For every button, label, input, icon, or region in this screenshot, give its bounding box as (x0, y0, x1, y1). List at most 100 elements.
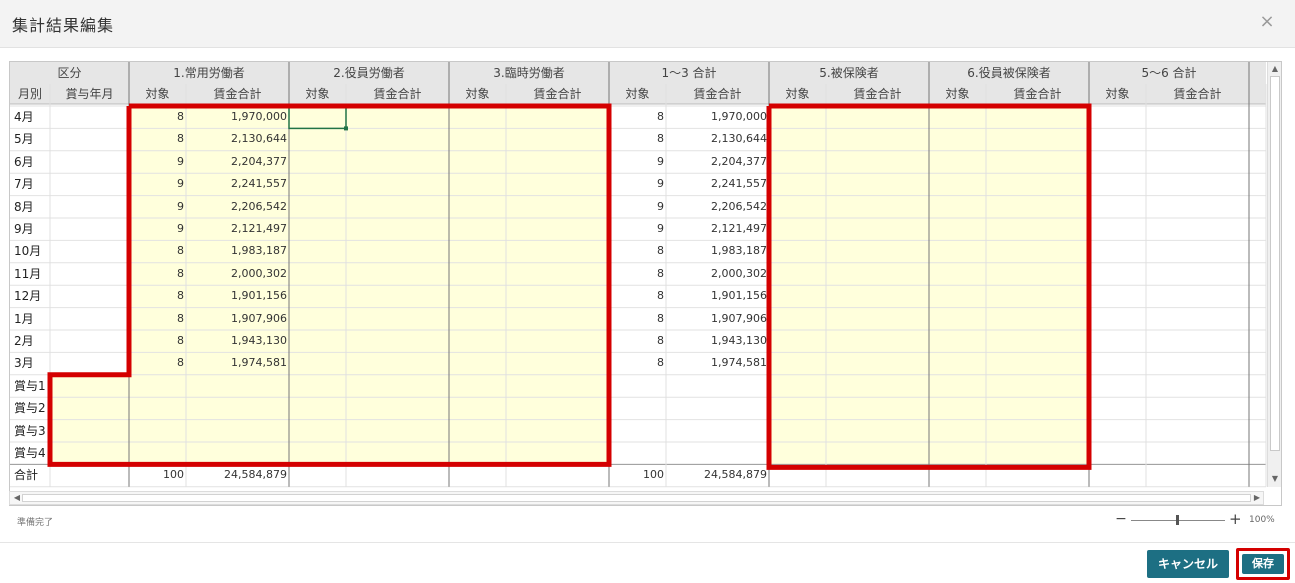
cell-total-count[interactable]: 8 (609, 106, 666, 128)
cell-total-wage[interactable]: 1,970,000 (666, 106, 769, 128)
vertical-scrollbar[interactable]: ▲ ▼ (1267, 62, 1281, 487)
cell-regular-count[interactable]: 9 (129, 196, 186, 218)
header-group-5: 5.被保険者 (819, 66, 879, 80)
cell-regular-count[interactable]: 8 (129, 240, 186, 262)
cell-regular-count[interactable]: 8 (129, 263, 186, 285)
cell-regular-count[interactable]: 9 (129, 173, 186, 195)
cell-total-count[interactable]: 8 (609, 352, 666, 374)
cell-regular-wage[interactable]: 2,000,302 (186, 263, 289, 285)
row-label[interactable]: 合計 (10, 464, 58, 486)
header-month: 月別 (17, 87, 42, 101)
row-label[interactable]: 7月 (10, 173, 58, 195)
spreadsheet-grid[interactable]: 区分 月別 賞与年月 1.常用労働者 対象 賃金合計 2.役員労働者 対象 賃金合計 3.臨時労働… (9, 61, 1282, 506)
zoom-in-icon[interactable]: + (1229, 510, 1242, 528)
cell-total-count[interactable]: 8 (609, 308, 666, 330)
cell-total-wage[interactable]: 2,241,557 (666, 173, 769, 195)
close-icon[interactable]: × (1257, 10, 1277, 34)
row-label[interactable]: 4月 (10, 106, 58, 128)
cell-regular-count[interactable]: 8 (129, 106, 186, 128)
cell-total-count[interactable]: 8 (609, 263, 666, 285)
cell-total-count[interactable]: 9 (609, 173, 666, 195)
header-wage: 賃金合計 (693, 87, 742, 101)
scroll-right-arrow-icon[interactable]: ▶ (1250, 492, 1264, 504)
cell-total-count[interactable]: 9 (609, 196, 666, 218)
zoom-out-icon[interactable]: − (1115, 511, 1127, 527)
header-count: 対象 (945, 87, 970, 101)
cell-total-count[interactable]: 9 (609, 151, 666, 173)
cell-total-count[interactable]: 8 (609, 330, 666, 352)
header-group-1: 1.常用労働者 (173, 66, 245, 80)
cell-regular-count[interactable]: 8 (129, 308, 186, 330)
zoom-slider-thumb[interactable] (1176, 515, 1179, 525)
cell-regular-wage[interactable]: 1,974,581 (186, 352, 289, 374)
cell-regular-wage[interactable]: 1,901,156 (186, 285, 289, 307)
cell-total-count[interactable]: 100 (609, 464, 666, 486)
cell-regular-count[interactable]: 8 (129, 285, 186, 307)
row-label[interactable]: 1月 (10, 308, 58, 330)
cell-total-wage[interactable]: 2,204,377 (666, 151, 769, 173)
header-group-3: 3.臨時労働者 (493, 66, 565, 80)
cell-regular-wage[interactable]: 1,983,187 (186, 240, 289, 262)
cell-regular-count[interactable]: 8 (129, 128, 186, 150)
cancel-button[interactable]: キャンセル (1147, 550, 1229, 578)
cell-regular-wage[interactable]: 1,907,906 (186, 308, 289, 330)
status-text: 準備完了 (17, 518, 54, 528)
cell-total-wage[interactable]: 2,206,542 (666, 196, 769, 218)
cell-regular-count[interactable]: 9 (129, 218, 186, 240)
row-label[interactable]: 9月 (10, 218, 58, 240)
cell-total-wage[interactable]: 2,121,497 (666, 218, 769, 240)
cell-total-count[interactable]: 8 (609, 240, 666, 262)
header-count: 対象 (145, 87, 170, 101)
cell-regular-count[interactable]: 9 (129, 151, 186, 173)
row-label[interactable]: 8月 (10, 196, 58, 218)
row-label[interactable]: 賞与1 (10, 375, 58, 397)
row-label[interactable]: 6月 (10, 151, 58, 173)
cell-total-wage[interactable]: 1,907,906 (666, 308, 769, 330)
header-group-2: 2.役員労働者 (333, 66, 405, 80)
row-label[interactable]: 3月 (10, 352, 58, 374)
cell-total-wage[interactable]: 1,983,187 (666, 240, 769, 262)
cell-total-count[interactable]: 8 (609, 128, 666, 150)
cell-total-wage[interactable]: 2,000,302 (666, 263, 769, 285)
scroll-up-arrow-icon[interactable]: ▲ (1268, 63, 1282, 75)
cell-regular-wage[interactable]: 24,584,879 (186, 464, 289, 486)
cell-total-count[interactable]: 9 (609, 218, 666, 240)
cell-regular-wage[interactable]: 2,204,377 (186, 151, 289, 173)
selected-cell-handle (344, 126, 348, 131)
dialog-title: 集計結果編集 (12, 16, 115, 35)
horizontal-scrollbar[interactable]: ◀ ▶ (9, 491, 1264, 505)
cell-regular-wage[interactable]: 1,970,000 (186, 106, 289, 128)
row-label[interactable]: 11月 (10, 263, 58, 285)
header-count: 対象 (1105, 87, 1130, 101)
cell-regular-count[interactable]: 100 (129, 464, 186, 486)
cell-regular-wage[interactable]: 2,241,557 (186, 173, 289, 195)
row-label[interactable]: 賞与4 (10, 442, 58, 464)
header-group-6: 6.役員被保険者 (967, 66, 1051, 80)
header-wage: 賃金合計 (213, 87, 262, 101)
save-button[interactable]: 保存 (1242, 554, 1284, 574)
row-label[interactable]: 2月 (10, 330, 58, 352)
vertical-scroll-thumb[interactable] (1270, 76, 1280, 451)
cell-regular-count[interactable]: 8 (129, 352, 186, 374)
cell-total-wage[interactable]: 24,584,879 (666, 464, 769, 486)
cell-regular-wage[interactable]: 2,121,497 (186, 218, 289, 240)
cell-total-wage[interactable]: 2,130,644 (666, 128, 769, 150)
row-label[interactable]: 賞与3 (10, 420, 58, 442)
save-button-highlight: 保存 (1236, 548, 1290, 580)
cell-regular-wage[interactable]: 2,130,644 (186, 128, 289, 150)
cell-regular-count[interactable]: 8 (129, 330, 186, 352)
cell-total-wage[interactable]: 1,901,156 (666, 285, 769, 307)
row-label[interactable]: 賞与2 (10, 397, 58, 419)
cell-regular-wage[interactable]: 2,206,542 (186, 196, 289, 218)
row-label[interactable]: 10月 (10, 240, 58, 262)
horizontal-scroll-thumb[interactable] (22, 494, 1251, 502)
cell-total-wage[interactable]: 1,974,581 (666, 352, 769, 374)
cell-total-count[interactable]: 8 (609, 285, 666, 307)
header-wage: 賃金合計 (533, 87, 582, 101)
cell-total-wage[interactable]: 1,943,130 (666, 330, 769, 352)
cell-regular-wage[interactable]: 1,943,130 (186, 330, 289, 352)
header-count: 対象 (625, 87, 650, 101)
scroll-down-arrow-icon[interactable]: ▼ (1268, 473, 1282, 485)
row-label[interactable]: 12月 (10, 285, 58, 307)
row-label[interactable]: 5月 (10, 128, 58, 150)
